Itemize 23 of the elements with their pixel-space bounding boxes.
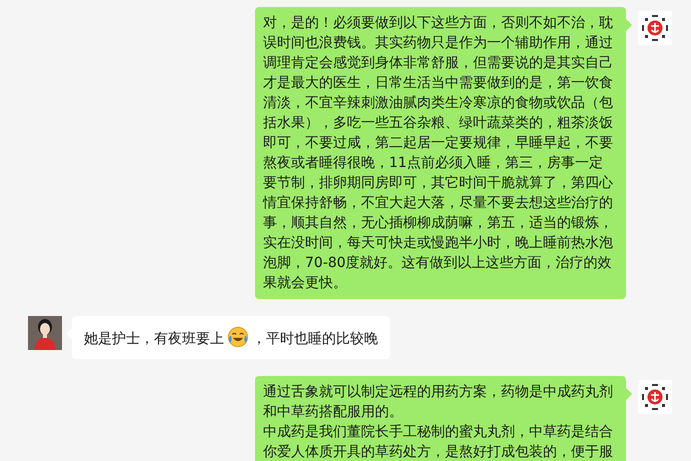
- message-text: 括水果），多吃一些五谷杂粮、绿叶蔬菜类的，粗茶淡饭: [263, 114, 614, 133]
- message-text: ，平时也睡的比较晚: [252, 331, 378, 347]
- emoji-icon: [227, 326, 249, 348]
- message-text: 通过舌象就可以制定远程的用药方案，药物是中成药丸剂: [263, 383, 614, 402]
- message-text: 清淡，不宜辛辣刺激油腻肉类生冷寒凉的食物或饮品（包: [263, 94, 614, 113]
- message-text: 熬夜或者睡得很晚，11点前必须入睡，第三，房事一定: [263, 154, 604, 173]
- message-text: 她是护士，有夜班要上: [84, 331, 224, 347]
- message-text: 事，顺其自然，无心插柳柳成荫嘛，第五，适当的锻炼，: [263, 214, 614, 233]
- message-text: 泡脚，70-80度就好。这有做到以上这些方面，治疗的效: [263, 254, 613, 273]
- message-text: 调理肯定会感觉到身体非常舒服，但需要说的是其实自己: [263, 54, 614, 73]
- message-text: 实在没时间，每天可快走或慢跑半小时，晚上睡前热水泡: [263, 234, 614, 253]
- message-text: 情宜保持舒畅，不宜大起大落，尽量不要去想这些治疗的: [263, 194, 614, 213]
- message-text: 和中草药搭配服用的。: [263, 403, 404, 422]
- message-text: 对，是的！必须要做到以下这些方面，否则不如不治，耽: [263, 14, 614, 33]
- message-text: 才是最大的医生，日常生活当中需要做到的是，第一饮食: [263, 74, 614, 93]
- message-text: 误时间也浪费钱。其实药物只是作为一个辅助作用，通过: [263, 34, 614, 53]
- message-text: 中成药是我们董院长手工秘制的蜜丸丸剂，中草药是结合: [263, 423, 614, 442]
- message-text: 你爱人体质开具的草药处方，是熬好打成包装的，便于服: [263, 443, 614, 461]
- message-text: 果就会更快。: [263, 274, 348, 293]
- logo-avatar-icon: [638, 380, 672, 414]
- message-text: 要节制，排卵期同房即可，其它时间干脆就算了，第四心: [263, 174, 614, 193]
- message-text: 即可，不要过咸，第二起居一定要规律，早睡早起，不要: [263, 134, 614, 153]
- logo-avatar-icon: [638, 11, 672, 45]
